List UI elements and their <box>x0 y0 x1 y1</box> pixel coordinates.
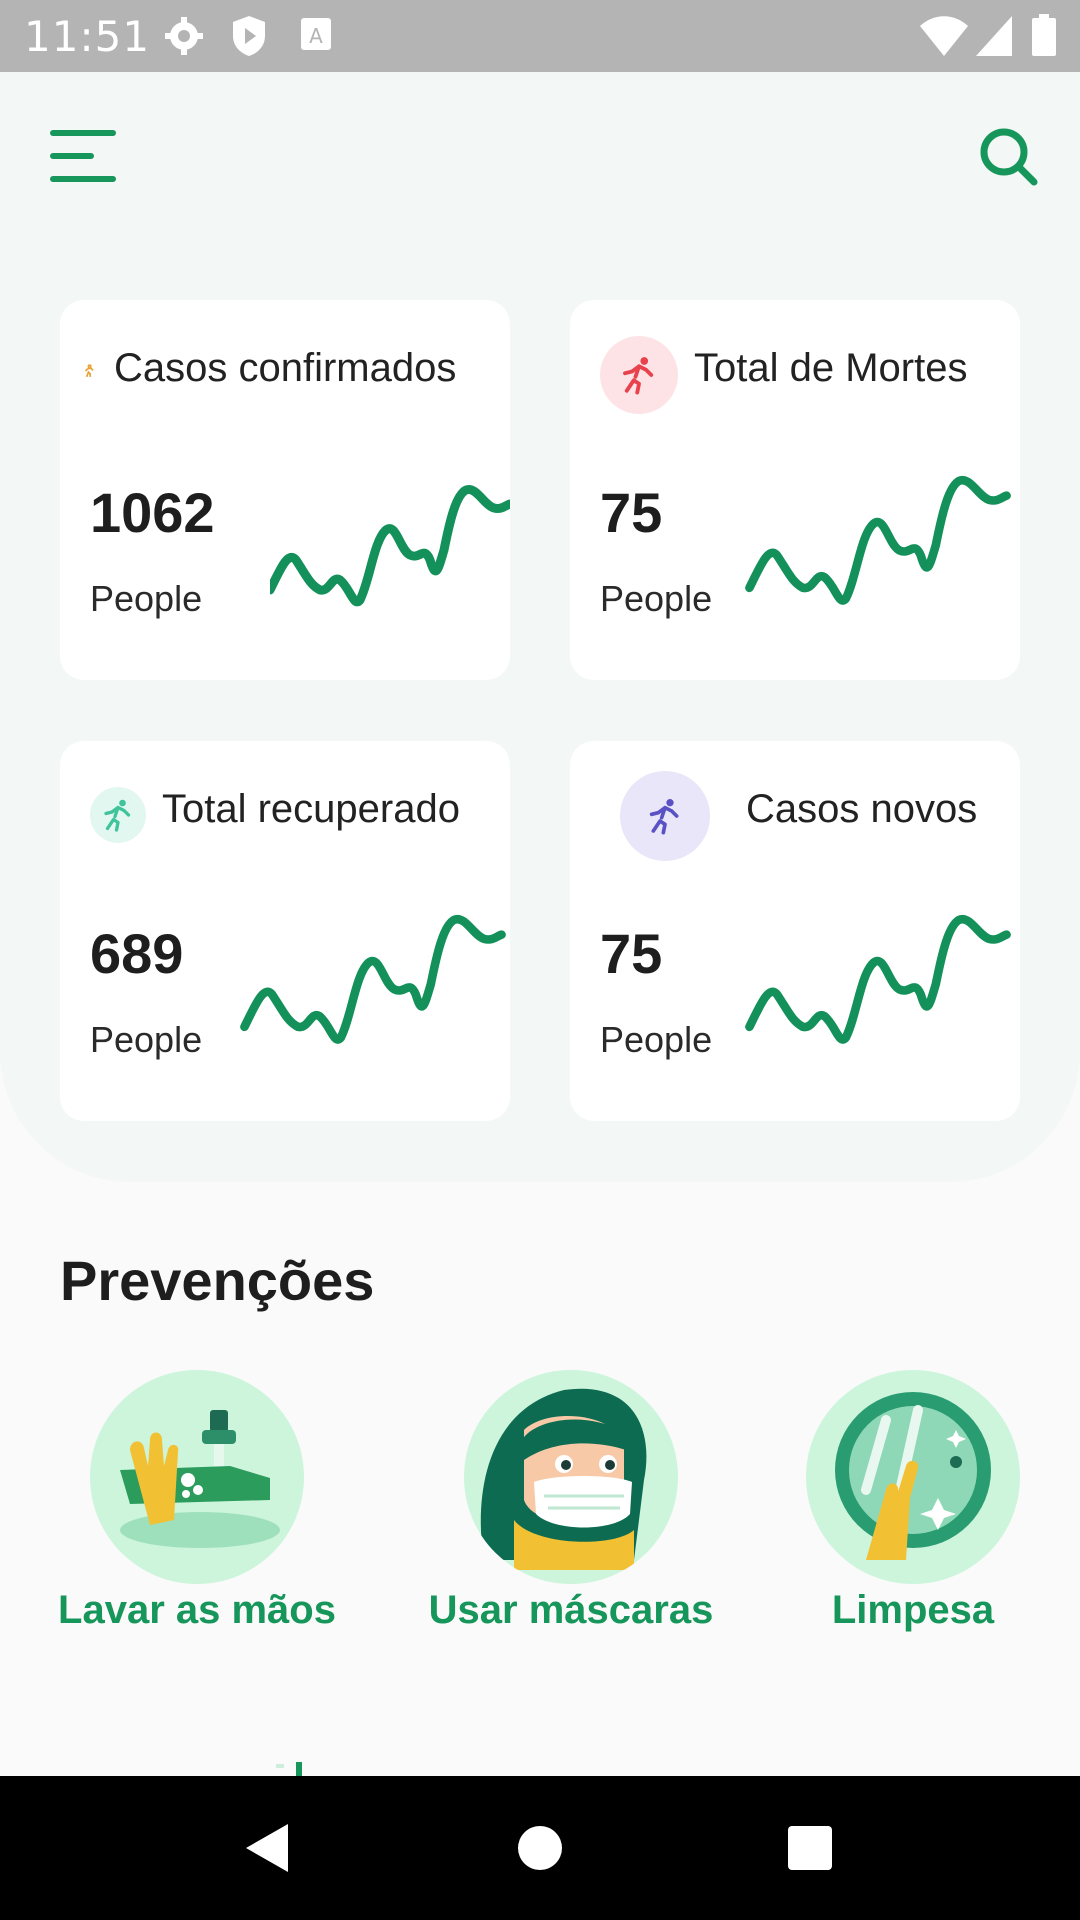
prevention-label: Limpesa <box>831 1588 995 1632</box>
card-title: Total recuperado <box>162 787 460 831</box>
running-person-icon-badge <box>620 771 710 861</box>
menu-icon[interactable] <box>48 128 120 188</box>
card-title: Total de Mortes <box>694 346 968 390</box>
running-person-icon <box>104 799 131 832</box>
card-title: Casos confirmados <box>114 346 457 390</box>
content-peek <box>276 1762 302 1776</box>
hand-washing-illustration <box>90 1370 304 1584</box>
running-person-icon <box>623 357 654 395</box>
svg-text:A: A <box>309 24 323 48</box>
recent-apps-icon[interactable] <box>788 1826 832 1870</box>
running-person-icon-badge <box>90 787 146 843</box>
wifi-icon <box>920 16 968 56</box>
stat-card-recovered[interactable]: Total recuperado 689 People <box>60 741 510 1121</box>
gear-icon <box>165 17 203 55</box>
sparkline-chart <box>240 914 506 1044</box>
prevention-label: Lavar as mãos <box>58 1588 336 1632</box>
prevention-item-cleaning[interactable]: Limpesa <box>800 1370 1026 1633</box>
face-mask-illustration <box>464 1370 678 1584</box>
back-icon[interactable] <box>244 1822 290 1874</box>
sparkline-chart <box>745 475 1011 605</box>
sparkline-chart <box>745 914 1011 1044</box>
card-title: Casos novos <box>746 787 978 831</box>
stat-card-deaths[interactable]: Total de Mortes 75 People <box>570 300 1020 680</box>
search-icon[interactable] <box>978 126 1040 188</box>
running-person-icon <box>649 799 679 835</box>
shield-play-icon <box>233 16 265 56</box>
home-icon[interactable] <box>518 1826 562 1870</box>
card-unit: People <box>600 578 713 619</box>
prevention-label: Usar máscaras <box>428 1588 714 1632</box>
prevention-item-wash-hands[interactable]: Lavar as mãos <box>50 1370 344 1633</box>
cleaning-illustration <box>806 1370 1020 1584</box>
status-bar: 11:51 A <box>0 0 1080 72</box>
card-value: 75 <box>600 922 663 985</box>
sparkline-chart <box>270 485 510 607</box>
card-unit: People <box>90 578 203 619</box>
card-unit: People <box>600 1019 713 1060</box>
status-time: 11:51 <box>24 12 151 61</box>
card-value: 75 <box>600 481 663 544</box>
running-person-icon <box>84 364 94 378</box>
stat-card-new-cases[interactable]: Casos novos 75 People <box>570 741 1020 1121</box>
running-person-icon-badge <box>600 336 678 414</box>
battery-icon <box>1032 14 1056 56</box>
text-a-icon: A <box>301 18 331 50</box>
card-value: 1062 <box>90 481 215 544</box>
section-title: Prevenções <box>60 1249 375 1312</box>
signal-icon <box>976 16 1012 56</box>
stat-card-confirmed[interactable]: Casos confirmados 1062 People <box>60 300 510 680</box>
prevention-item-wear-mask[interactable]: Usar máscaras <box>418 1370 724 1633</box>
card-value: 689 <box>90 922 184 985</box>
card-unit: People <box>90 1019 203 1060</box>
